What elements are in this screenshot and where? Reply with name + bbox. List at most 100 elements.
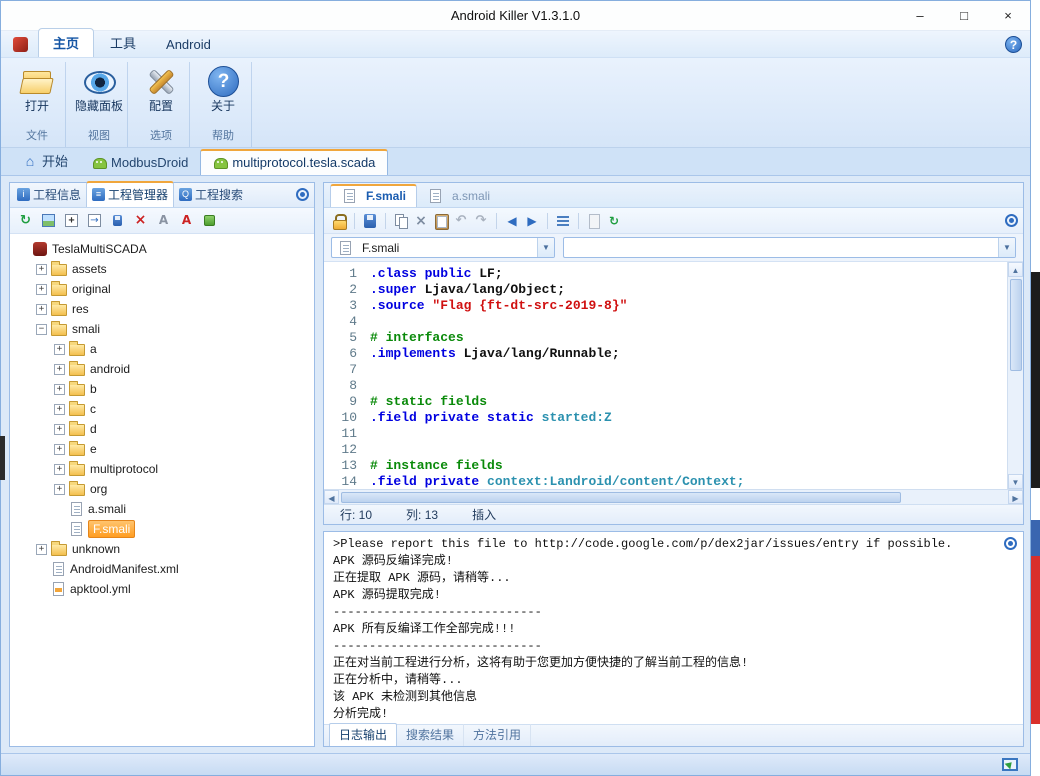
editor-tab-0[interactable]: F.smali: [330, 184, 418, 207]
ribbon-tab-0[interactable]: 主页: [38, 28, 95, 57]
redo-icon[interactable]: [472, 212, 490, 230]
delete-icon[interactable]: [132, 212, 149, 229]
editor-tab-1[interactable]: a.smali: [417, 186, 500, 207]
save-all-icon[interactable]: [109, 212, 126, 229]
log-tab-2[interactable]: 方法引用: [464, 724, 532, 746]
tree-row-17[interactable]: apktool.yml: [12, 579, 312, 599]
tree-row-2[interactable]: + original: [12, 279, 312, 299]
tree-row-14[interactable]: F.smali: [12, 519, 312, 539]
scroll-right-icon[interactable]: ▶: [1008, 490, 1023, 504]
tree-row-9[interactable]: + d: [12, 419, 312, 439]
tree-row-4[interactable]: − smali: [12, 319, 312, 339]
code-token: .class public: [370, 266, 480, 281]
maximize-button[interactable]: □: [942, 1, 986, 30]
doc-tab-2[interactable]: multiprotocol.tesla.scada: [200, 149, 389, 175]
doc2-icon[interactable]: [585, 212, 603, 230]
log-lines[interactable]: >Please report this file to http://code.…: [324, 532, 1023, 724]
scroll-up-icon[interactable]: ▲: [1008, 262, 1023, 277]
forward-icon[interactable]: [523, 212, 541, 230]
scroll-thumb-horizontal[interactable]: [341, 491, 901, 503]
locate-icon[interactable]: [86, 212, 103, 229]
ribbon-button-3[interactable]: 关于: [196, 62, 250, 113]
left-tab-2[interactable]: Q 工程搜索: [174, 183, 248, 207]
line-number: 12: [341, 442, 357, 457]
panel-collapse-icon[interactable]: [296, 188, 309, 201]
tree-label: apktool.yml: [70, 582, 131, 596]
doc-tab-0[interactable]: 开始: [11, 147, 80, 175]
file-dropdown[interactable]: F.smali ▼: [331, 237, 555, 258]
tree-expander[interactable]: +: [36, 543, 47, 555]
tree-expander[interactable]: +: [54, 423, 65, 435]
tree-row-6[interactable]: + android: [12, 359, 312, 379]
tree-row-10[interactable]: + e: [12, 439, 312, 459]
tree-row-16[interactable]: AndroidManifest.xml: [12, 559, 312, 579]
ribbon-button-2[interactable]: 配置: [134, 62, 188, 113]
paste-icon[interactable]: [432, 212, 450, 230]
expand-icon[interactable]: [63, 212, 80, 229]
install-icon[interactable]: [201, 212, 218, 229]
ribbon-tab-2[interactable]: Android: [152, 33, 225, 57]
statusbar-icon[interactable]: [1002, 758, 1018, 771]
tree-row-5[interactable]: + a: [12, 339, 312, 359]
tree-expander[interactable]: +: [36, 303, 47, 315]
method-dropdown[interactable]: ▼: [563, 237, 1016, 258]
tree-expander-spacer: [18, 244, 29, 255]
desktop-fragment-blue: [1031, 520, 1040, 556]
back-icon[interactable]: [503, 212, 521, 230]
vertical-scrollbar[interactable]: ▲ ▼: [1007, 262, 1023, 489]
encode-icon[interactable]: [605, 212, 623, 230]
chevron-down-icon[interactable]: ▼: [998, 238, 1015, 257]
close-button[interactable]: ×: [986, 1, 1030, 30]
refresh-icon[interactable]: [17, 212, 34, 229]
chevron-down-icon[interactable]: ▼: [537, 238, 554, 257]
undo-icon[interactable]: [452, 212, 470, 230]
left-tab-0[interactable]: i 工程信息: [12, 183, 86, 207]
scroll-down-icon[interactable]: ▼: [1008, 474, 1023, 489]
view-icon[interactable]: [40, 212, 57, 229]
horizontal-scrollbar[interactable]: ◀ ▶: [324, 489, 1023, 504]
copy-icon[interactable]: [392, 212, 410, 230]
log-tab-0[interactable]: 日志输出: [329, 723, 398, 746]
code-lines[interactable]: 1 .class public LF; 2 .super Ljava/lang/Obj…: [324, 262, 1007, 489]
tree-row-1[interactable]: + assets: [12, 259, 312, 279]
tree-expander[interactable]: +: [54, 403, 65, 415]
log-collapse-icon[interactable]: [1004, 537, 1017, 550]
doc-tab-1[interactable]: ModbusDroid: [80, 151, 200, 175]
tree-expander[interactable]: +: [54, 363, 65, 375]
clear-icon[interactable]: [155, 212, 172, 229]
ribbon-button-0[interactable]: 打开: [10, 62, 64, 113]
tree-row-3[interactable]: + res: [12, 299, 312, 319]
tree-expander[interactable]: +: [54, 443, 65, 455]
tree-row-11[interactable]: + multiprotocol: [12, 459, 312, 479]
help-icon[interactable]: ?: [1005, 36, 1022, 53]
log-tab-1[interactable]: 搜索结果: [397, 724, 465, 746]
tree-expander[interactable]: +: [54, 463, 65, 475]
ribbon-tab-1[interactable]: 工具: [96, 29, 150, 57]
tree-row-7[interactable]: + b: [12, 379, 312, 399]
log-line: -----------------------------: [333, 605, 542, 619]
tree-expander[interactable]: +: [36, 263, 47, 275]
editor-collapse-icon[interactable]: [1005, 214, 1018, 227]
tree-expander[interactable]: +: [36, 283, 47, 295]
left-tab-label: 工程搜索: [195, 188, 244, 202]
scroll-thumb[interactable]: [1009, 279, 1022, 371]
save-icon[interactable]: [361, 212, 379, 230]
scroll-left-icon[interactable]: ◀: [324, 490, 339, 504]
left-tab-1[interactable]: ≡ 工程管理器: [86, 181, 175, 207]
tree-row-8[interactable]: + c: [12, 399, 312, 419]
tree-row-12[interactable]: + org: [12, 479, 312, 499]
tree-expander[interactable]: +: [54, 343, 65, 355]
tree-expander[interactable]: +: [54, 483, 65, 495]
tree-expander[interactable]: +: [54, 383, 65, 395]
font-icon[interactable]: [178, 212, 195, 229]
lock-icon[interactable]: [330, 212, 348, 230]
minimize-button[interactable]: –: [898, 1, 942, 30]
folder-icon: [69, 480, 85, 496]
tree-row-15[interactable]: + unknown: [12, 539, 312, 559]
cut-icon[interactable]: [412, 212, 430, 230]
format-icon[interactable]: [554, 212, 572, 230]
tree-row-13[interactable]: a.smali: [12, 499, 312, 519]
ribbon-button-1[interactable]: 隐藏面板: [72, 62, 126, 113]
tree-expander[interactable]: −: [36, 323, 47, 335]
tree-row-0[interactable]: TeslaMultiSCADA: [12, 239, 312, 259]
